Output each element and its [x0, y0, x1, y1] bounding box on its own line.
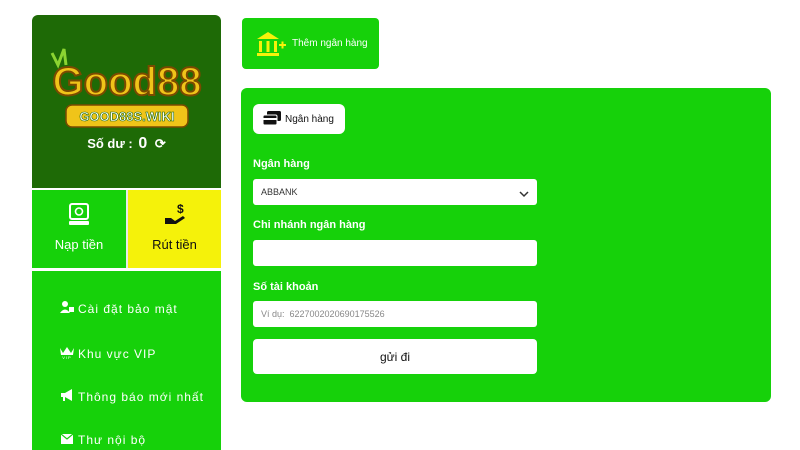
- logo-subtitle: GOOD88S.WIKI: [79, 109, 174, 124]
- bank-select[interactable]: ABBANK: [253, 179, 537, 205]
- balance-display: Số dư : 0 ⟳: [32, 135, 221, 153]
- sidebar-menu: Cài đặt bảo mật VIP Khu vực VIP Thông bá…: [32, 271, 221, 450]
- svg-text:$: $: [177, 202, 184, 216]
- menu-item-vip[interactable]: VIP Khu vực VIP: [59, 345, 156, 362]
- menu-label-notifications: Thông báo mới nhất: [78, 389, 204, 404]
- tab-bank-label: Ngân hàng: [285, 113, 334, 125]
- bank-card-icon: [263, 111, 281, 127]
- branch-field-label: Chi nhánh ngân hàng: [253, 219, 366, 231]
- sidebar: Good88 GOOD88S.WIKI Số dư : 0 ⟳ Nạp tiền: [32, 15, 221, 450]
- balance-label: Số dư :: [87, 136, 133, 151]
- bank-form-panel: Ngân hàng Ngân hàng ABBANK Chi nhánh ngâ…: [241, 88, 771, 402]
- menu-label-inbox: Thư nội bộ: [78, 433, 147, 447]
- logo-panel: Good88 GOOD88S.WIKI Số dư : 0 ⟳: [32, 15, 221, 188]
- account-number-input[interactable]: [253, 301, 537, 327]
- logo-wordmark: Good88: [53, 60, 202, 104]
- bank-field-label: Ngân hàng: [253, 158, 310, 170]
- action-row: Nạp tiền $ Rút tiền: [32, 190, 221, 270]
- add-bank-button[interactable]: Thêm ngân hàng: [242, 18, 379, 69]
- crown-vip-icon: VIP: [59, 345, 75, 362]
- submit-button[interactable]: gửi đi: [253, 339, 537, 374]
- tab-bank[interactable]: Ngân hàng: [253, 104, 345, 134]
- refresh-icon[interactable]: ⟳: [155, 136, 166, 152]
- account-field-label: Số tài khoản: [253, 281, 319, 293]
- withdraw-label: Rút tiền: [152, 237, 197, 252]
- menu-label-vip: Khu vực VIP: [78, 346, 157, 361]
- branch-input[interactable]: [253, 240, 537, 266]
- menu-item-notifications[interactable]: Thông báo mới nhất: [59, 389, 204, 404]
- withdraw-button[interactable]: $ Rút tiền: [128, 190, 221, 268]
- deposit-button[interactable]: Nạp tiền: [32, 190, 128, 268]
- envelope-icon: [59, 433, 75, 447]
- menu-label-security: Cài đặt bảo mật: [78, 301, 178, 316]
- bank-select-value: ABBANK: [261, 187, 298, 197]
- deposit-label: Nạp tiền: [54, 237, 104, 252]
- balance-amount: 0: [138, 135, 148, 152]
- megaphone-icon: [59, 389, 75, 404]
- chevron-down-icon: [519, 186, 529, 204]
- deposit-icon: [69, 203, 89, 225]
- user-lock-icon: [59, 301, 75, 316]
- svg-text:VIP: VIP: [62, 355, 71, 359]
- menu-item-security[interactable]: Cài đặt bảo mật: [59, 301, 178, 316]
- withdraw-hand-icon: $: [164, 202, 185, 224]
- bank-add-icon: [256, 31, 286, 57]
- brand-logo: Good88 GOOD88S.WIKI: [50, 48, 202, 128]
- menu-item-inbox[interactable]: Thư nội bộ: [59, 433, 146, 447]
- add-bank-label: Thêm ngân hàng: [292, 38, 368, 49]
